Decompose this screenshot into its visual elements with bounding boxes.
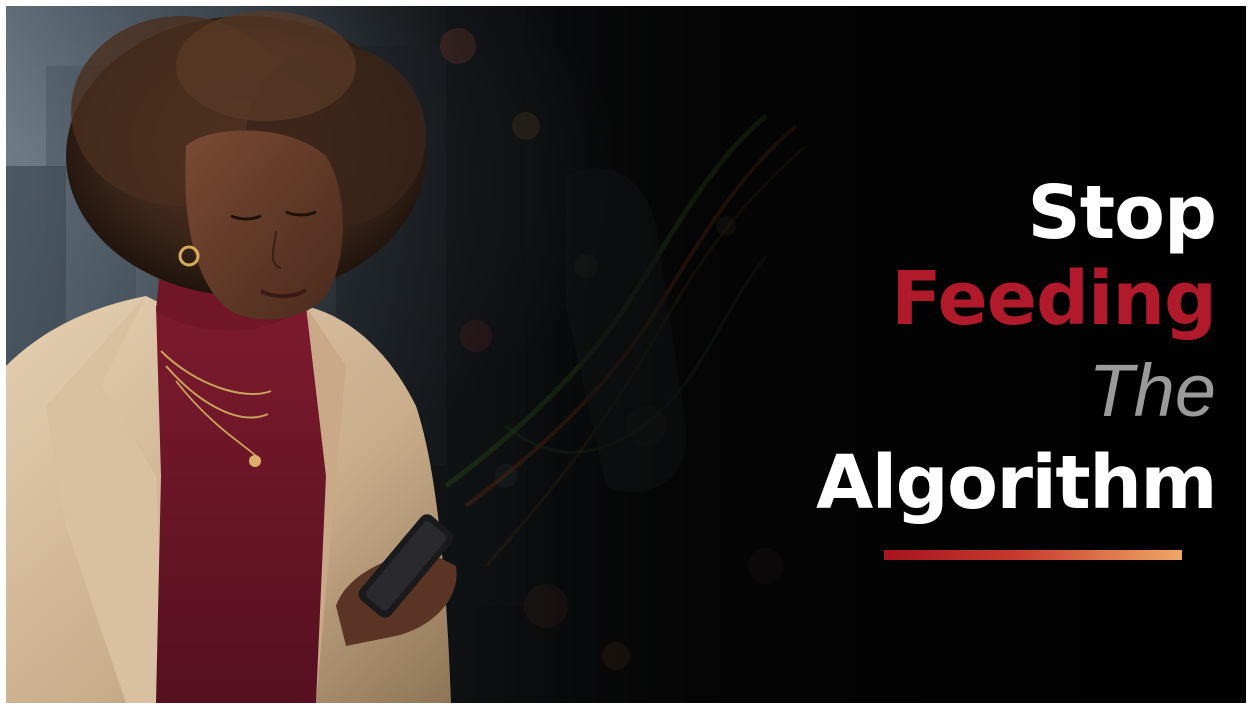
headline-word-feeding: Feeding <box>891 256 1217 342</box>
headline-word-the: The <box>1088 349 1216 432</box>
headline-word-stop: Stop <box>1027 170 1217 256</box>
headline-word-algorithm: Algorithm <box>816 440 1217 526</box>
headline: Stop Feeding The Algorithm <box>796 170 1217 536</box>
accent-underline-bar <box>884 550 1182 560</box>
hero-banner: Stop Feeding The Algorithm <box>6 6 1246 703</box>
